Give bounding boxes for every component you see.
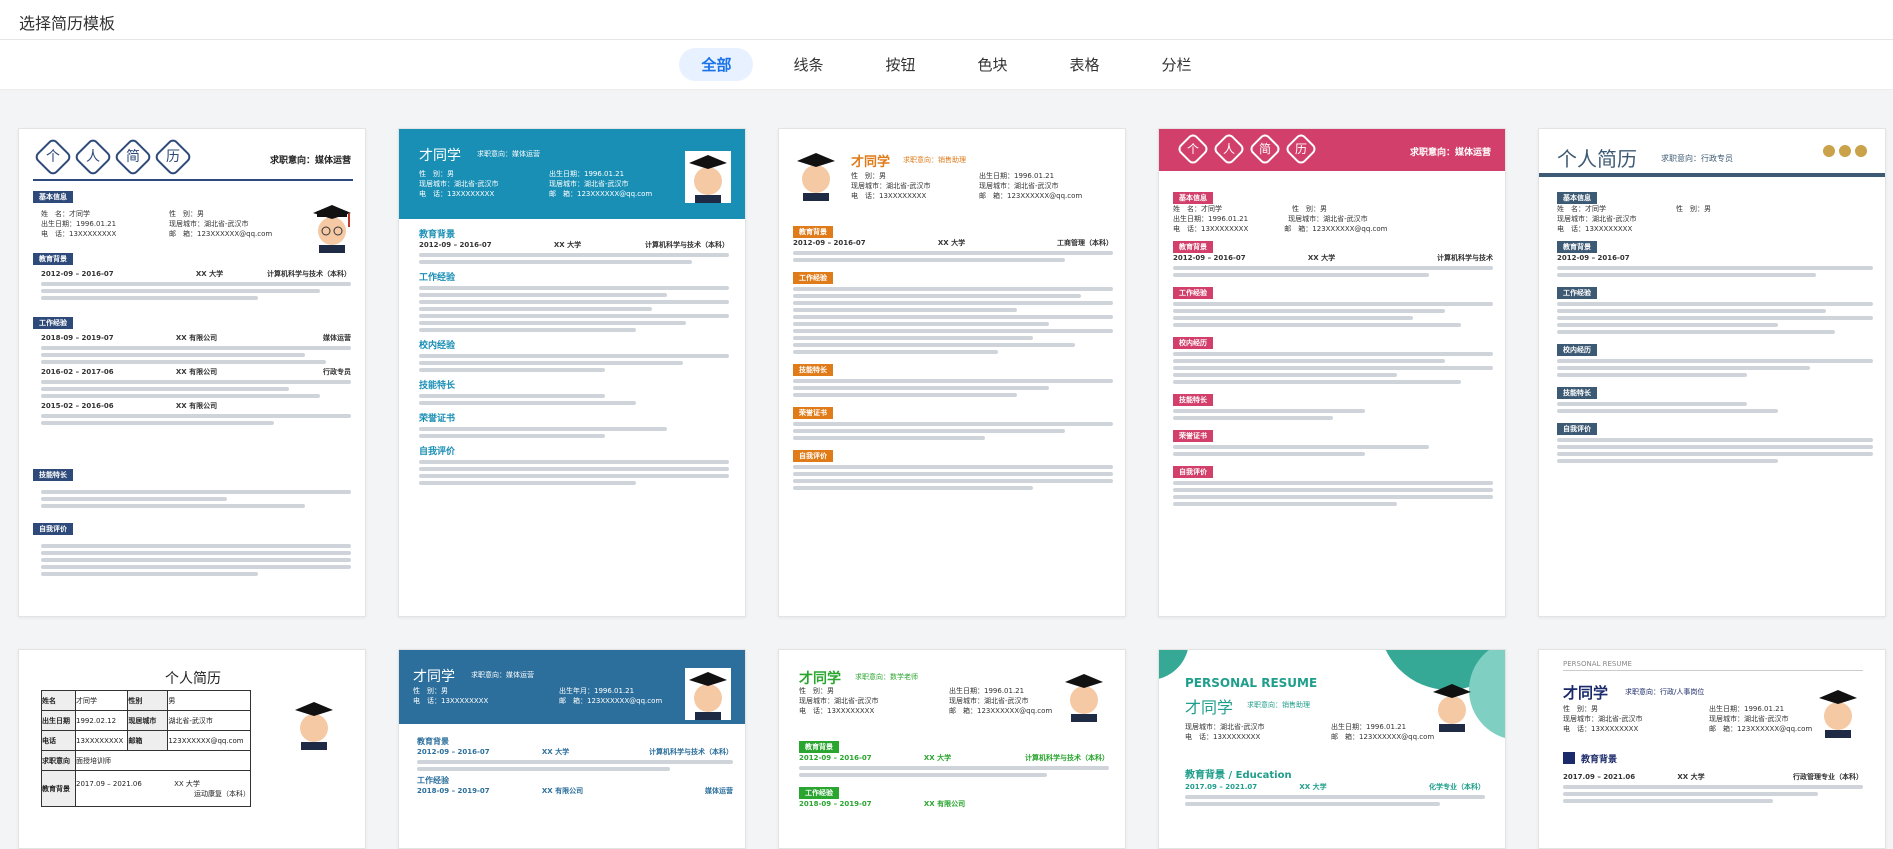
section-skills: 技能特长 (33, 469, 73, 481)
hex-title: 个人简历 (33, 137, 193, 177)
window-title: 选择简历模板 (19, 14, 116, 33)
tab-color-blocks[interactable]: 色块 (956, 48, 1030, 81)
candidate-name: 才同学 (851, 155, 891, 170)
template-card-10[interactable]: PERSONAL RESUME 才同学 求职意向：行政/人事岗位 性 别：男 现居… (1538, 649, 1886, 849)
candidate-name: 才同学 (1185, 698, 1234, 717)
template-card-1[interactable]: 个人简历 求职意向：媒体运营 基本信息 姓 名：才同学 出生日期：1996.01.… (18, 128, 366, 617)
tab-lines[interactable]: 线条 (771, 48, 845, 81)
template-card-7[interactable]: 才同学 求职意向：媒体运营 性 别：男电 话：13XXXXXXXX 出生年月：1… (398, 649, 746, 849)
candidate-name: 才同学 (799, 671, 841, 687)
section-education: 教育背景 (33, 253, 73, 265)
template-card-8[interactable]: 才同学 求职意向：数学老师 性 别：男 现居城市：湖北省-武汉市电 话：13XXX… (778, 649, 1126, 849)
title-bar: 选择简历模板 (0, 0, 1893, 40)
template-card-5[interactable]: 个人简历 求职意向：行政专员 基本信息 姓 名：才同学性 别：男 现居城市：湖北… (1538, 128, 1886, 617)
section-basic: 基本信息 (33, 191, 73, 203)
template-card-9[interactable]: PERSONAL RESUME 才同学 求职意向：销售助理 现居城市：湖北省-武… (1158, 649, 1506, 849)
tab-tables[interactable]: 表格 (1048, 48, 1122, 81)
template-card-2[interactable]: 才同学 求职意向：媒体运营 性 别：男 现居城市：湖北省-武汉市电 话：13XXX… (398, 128, 746, 617)
mail-icon (1839, 145, 1851, 157)
template-card-3[interactable]: 才同学 求职意向：销售助理 性 别：男 现居城市：湖北省-武汉市电 话：13XXX… (778, 128, 1126, 617)
avatar (685, 668, 731, 720)
candidate-name: 才同学 (413, 669, 455, 685)
candidate-name: 才同学 (419, 148, 461, 164)
filter-tabs: 全部 线条 按钮 色块 表格 分栏 (0, 40, 1893, 90)
avatar (685, 151, 731, 203)
section-work: 工作经验 (33, 317, 73, 329)
phone-icon (1823, 145, 1835, 157)
banner-text: PERSONAL RESUME (1563, 660, 1632, 668)
template-card-6[interactable]: 个人简历 姓名 才同学 性别男 出生日期 1992.02.12 现居城市 湖北省-武汉市 … (18, 649, 366, 849)
tab-all[interactable]: 全部 (679, 48, 754, 81)
avatar (291, 698, 337, 750)
tab-buttons[interactable]: 按钮 (863, 48, 937, 81)
banner-text: PERSONAL RESUME (1185, 676, 1318, 690)
home-icon (1855, 145, 1867, 157)
avatar (1815, 686, 1861, 738)
avatar (1061, 670, 1107, 722)
avatar (1429, 680, 1475, 732)
resume-title: 个人简历 (1557, 147, 1637, 171)
avatar (793, 149, 839, 201)
resume-title: 个人简历 (165, 671, 221, 687)
education-icon (1563, 752, 1575, 764)
intention: 求职意向：媒体运营 (269, 156, 351, 166)
section-self-eval: 自我评价 (33, 523, 73, 535)
avatar (309, 201, 355, 253)
template-card-4[interactable]: 个人简历 求职意向：媒体运营 基本信息 姓 名：才同学性 别：男 出生日期：19… (1158, 128, 1506, 617)
info-table: 姓名 才同学 性别男 出生日期 1992.02.12 现居城市 湖北省-武汉市 电话 13X… (41, 690, 251, 807)
candidate-name: 才同学 (1563, 684, 1609, 702)
tab-columns[interactable]: 分栏 (1140, 48, 1214, 81)
